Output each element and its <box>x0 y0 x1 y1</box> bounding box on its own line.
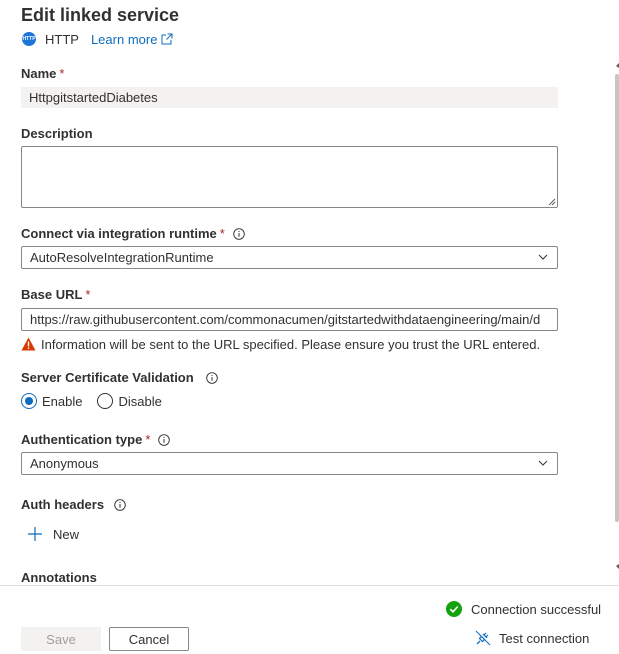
cert-validation-label: Server Certificate Validation <box>21 370 218 385</box>
plug-connection-icon <box>475 630 491 646</box>
cancel-button[interactable]: Cancel <box>109 627 189 651</box>
radio-circle-selected[interactable] <box>21 393 37 409</box>
required-marker: * <box>85 287 91 302</box>
info-icon[interactable] <box>205 371 218 384</box>
chevron-down-icon <box>538 460 548 466</box>
connection-status: Connection successful <box>446 601 601 617</box>
cert-validation-radio-group: Enable Disable <box>21 393 177 409</box>
scroll-down-icon[interactable] <box>613 564 619 570</box>
annotations-label-clipped: Annotations <box>21 570 97 584</box>
auth-headers-label: Auth headers <box>21 497 126 512</box>
radio-circle[interactable] <box>97 393 114 409</box>
save-button[interactable]: Save <box>21 627 101 651</box>
scrollbar[interactable] <box>613 62 619 576</box>
panel-title: Edit linked service <box>21 5 180 25</box>
url-warning-text: Information will be sent to the URL spec… <box>41 336 541 352</box>
external-link-icon <box>161 33 173 45</box>
http-connector-icon: HTTP <box>22 32 36 46</box>
integration-runtime-value: AutoResolveIntegrationRuntime <box>30 250 214 265</box>
name-field[interactable]: HttpgitstartedDiabetes <box>21 87 558 108</box>
auth-type-label: Authentication type * <box>21 432 171 447</box>
learn-more-label: Learn more <box>90 31 158 47</box>
info-icon[interactable] <box>233 227 245 240</box>
new-auth-header-button[interactable]: New <box>27 526 79 542</box>
warning-icon <box>21 337 36 351</box>
learn-more-link[interactable]: Learn more <box>91 32 173 47</box>
plus-icon <box>28 527 42 541</box>
test-connection-label: Test connection <box>499 630 590 646</box>
info-icon[interactable] <box>114 498 126 511</box>
required-marker: * <box>59 66 65 81</box>
description-textarea[interactable] <box>21 146 558 208</box>
test-connection-button[interactable]: Test connection <box>475 630 589 646</box>
required-marker: * <box>219 226 225 241</box>
new-label: New <box>53 526 80 542</box>
chevron-down-icon <box>538 254 548 260</box>
scroll-thumb[interactable] <box>615 74 619 522</box>
required-marker: * <box>145 432 151 447</box>
resize-grip-icon[interactable] <box>548 198 556 206</box>
scroll-up-icon[interactable] <box>613 62 619 68</box>
radio-disable[interactable]: Disable <box>97 393 162 409</box>
name-label: Name * <box>21 66 65 81</box>
description-label: Description <box>21 126 93 141</box>
base-url-input[interactable]: https://raw.githubusercontent.com/common… <box>21 308 558 331</box>
integration-runtime-select[interactable]: AutoResolveIntegrationRuntime <box>21 246 558 269</box>
radio-enable-label: Enable <box>42 393 83 409</box>
info-icon[interactable] <box>158 433 171 446</box>
auth-type-select[interactable]: Anonymous <box>21 452 558 475</box>
connector-subtitle: HTTP HTTP Learn more <box>22 30 173 48</box>
base-url-label: Base URL * <box>21 287 91 302</box>
integration-runtime-label: Connect via integration runtime * <box>21 226 245 241</box>
success-check-icon <box>446 601 462 617</box>
connector-name: HTTP <box>45 31 79 47</box>
url-warning: Information will be sent to the URL spec… <box>21 335 540 353</box>
radio-disable-label: Disable <box>118 393 162 409</box>
radio-enable[interactable]: Enable <box>21 393 82 409</box>
panel-footer: Connection successful Save Cancel Test c… <box>0 585 619 654</box>
auth-type-value: Anonymous <box>30 456 99 471</box>
connection-status-text: Connection successful <box>471 601 602 617</box>
